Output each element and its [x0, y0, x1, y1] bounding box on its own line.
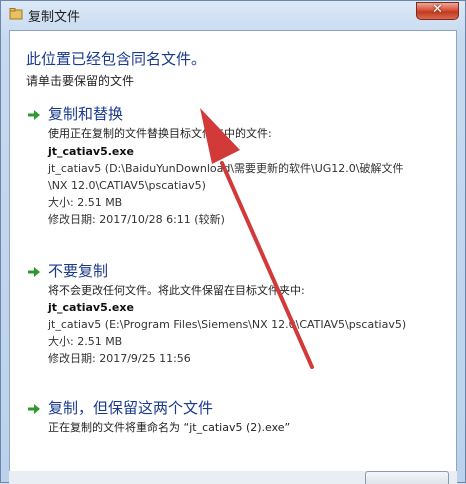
title-bar[interactable]: 复制文件 ✕ [1, 1, 465, 29]
source-file-info: jt_catiav5.exe jt_catiav5 (D:\BaiduYunDo… [48, 143, 404, 228]
file-modified: 修改日期: 2017/10/28 6:11 (较新) [48, 213, 225, 226]
option-copy-keep-both[interactable]: 复制，但保留这两个文件 正在复制的文件将重命名为 “jt_catiav5 (2)… [22, 397, 447, 439]
copy-folder-icon [9, 8, 23, 20]
dialog-footer [9, 471, 457, 484]
close-button[interactable]: ✕ [416, 2, 459, 20]
green-arrow-icon [28, 267, 40, 277]
file-size: 大小: 2.51 MB [48, 335, 123, 348]
copy-file-dialog: 复制文件 ✕ 此位置已经包含同名文件。 请单击要保留的文件 复制和替换 使用正在… [0, 0, 466, 484]
file-name: jt_catiav5.exe [48, 145, 134, 158]
file-size: 大小: 2.51 MB [48, 196, 123, 209]
dialog-heading: 此位置已经包含同名文件。 [26, 50, 207, 68]
destination-file-info: jt_catiav5.exe jt_catiav5 (E:\Program Fi… [48, 299, 406, 367]
window-title: 复制文件 [28, 10, 81, 25]
option-title: 复制和替换 [48, 105, 124, 123]
green-arrow-icon [28, 110, 40, 120]
file-modified: 修改日期: 2017/9/25 11:56 [48, 352, 191, 365]
option-title: 不要复制 [48, 262, 109, 280]
dialog-content: 此位置已经包含同名文件。 请单击要保留的文件 复制和替换 使用正在复制的文件替换… [9, 30, 457, 482]
file-path-line1: jt_catiav5 (D:\BaiduYunDownload\需要更新的软件\… [48, 162, 404, 175]
file-name: jt_catiav5.exe [48, 301, 134, 314]
option-description: 正在复制的文件将重命名为 “jt_catiav5 (2).exe” [48, 421, 291, 434]
green-arrow-icon [28, 404, 40, 414]
close-icon: ✕ [432, 2, 443, 17]
dialog-subheading: 请单击要保留的文件 [26, 74, 135, 88]
option-description: 将不会更改任何文件。将此文件保留在目标文件夹中: [48, 284, 305, 297]
option-title: 复制，但保留这两个文件 [48, 399, 214, 417]
cancel-button[interactable] [365, 471, 449, 484]
file-path-line1: jt_catiav5 (E:\Program Files\Siemens\NX … [48, 318, 407, 331]
option-description: 使用正在复制的文件替换目标文件夹中的文件: [48, 127, 272, 140]
file-path-line2: \NX 12.0\CATIAV5\pscatiav5) [48, 179, 206, 192]
